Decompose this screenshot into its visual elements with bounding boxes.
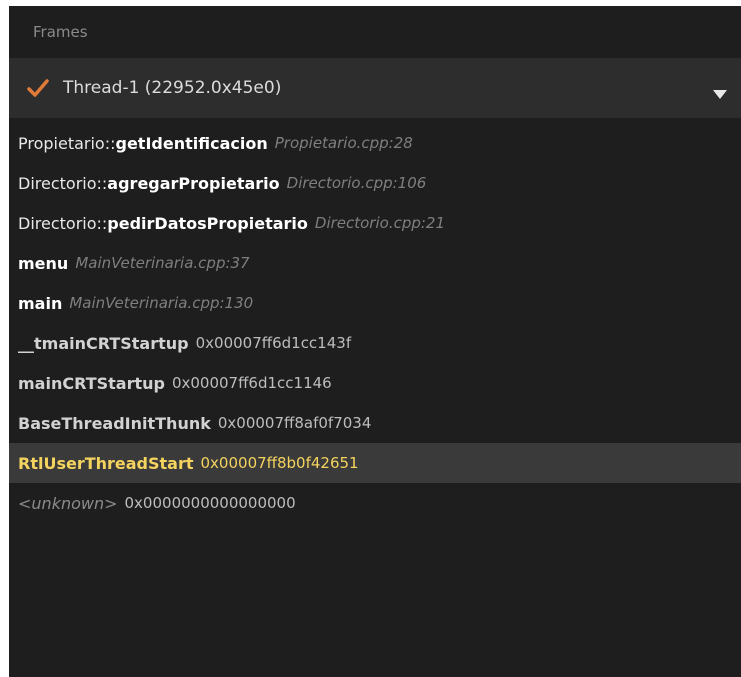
frame-address: 0x0000000000000000 — [124, 494, 296, 512]
frame-function: __tmainCRTStartup — [18, 333, 189, 353]
frame-function: menu — [18, 253, 69, 273]
call-stack-list: Propietario:: getIdentificacion Propietari… — [9, 118, 741, 523]
stack-frame[interactable]: <unknown> 0x0000000000000000 — [9, 483, 741, 523]
frame-location: Propietario.cpp:28 — [274, 134, 413, 152]
frame-address: 0x00007ff8b0f42651 — [200, 454, 359, 472]
frame-class: Directorio:: — [18, 213, 108, 233]
frame-function: agregarPropietario — [107, 173, 280, 193]
thread-label: Thread-1 (22952.0x45e0) — [63, 78, 282, 98]
frame-function: getIdentificacion — [115, 133, 268, 153]
frame-location: MainVeterinaria.cpp:130 — [69, 294, 254, 312]
frame-function: pedirDatosPropietario — [107, 213, 308, 233]
checkmark-icon — [27, 78, 49, 98]
stack-frame[interactable]: mainCRTStartup 0x00007ff6d1cc1146 — [9, 363, 741, 403]
stack-frame[interactable]: Propietario:: getIdentificacion Propietari… — [9, 123, 741, 163]
frames-panel: Frames Thread-1 (22952.0x45e0) Propietar… — [9, 6, 741, 677]
frame-function: mainCRTStartup — [18, 373, 165, 393]
stack-frame[interactable]: Directorio:: agregarPropietario Directorio… — [9, 163, 741, 203]
chevron-down-icon[interactable] — [713, 84, 727, 99]
frame-function: BaseThreadInitThunk — [18, 413, 211, 433]
thread-selector[interactable]: Thread-1 (22952.0x45e0) — [9, 58, 741, 118]
frame-function: <unknown> — [18, 493, 118, 513]
frame-address: 0x00007ff8af0f7034 — [217, 414, 372, 432]
stack-frame[interactable]: __tmainCRTStartup 0x00007ff6d1cc143f — [9, 323, 741, 363]
stack-frame-current[interactable]: RtlUserThreadStart 0x00007ff8b0f42651 — [9, 443, 741, 483]
stack-frame[interactable]: main MainVeterinaria.cpp:130 — [9, 283, 741, 323]
frame-address: 0x00007ff6d1cc1146 — [171, 374, 332, 392]
frame-function: main — [18, 293, 63, 313]
frame-class: Directorio:: — [18, 173, 108, 193]
stack-frame[interactable]: Directorio:: pedirDatosPropietario Directo… — [9, 203, 741, 243]
frame-class: Propietario:: — [18, 133, 116, 153]
frame-location: Directorio.cpp:106 — [286, 174, 427, 192]
stack-frame[interactable]: menu MainVeterinaria.cpp:37 — [9, 243, 741, 283]
frame-function: RtlUserThreadStart — [18, 453, 194, 473]
frame-location: MainVeterinaria.cpp:37 — [75, 254, 250, 272]
panel-title: Frames — [9, 6, 741, 58]
frame-location: Directorio.cpp:21 — [314, 214, 446, 232]
frame-address: 0x00007ff6d1cc143f — [195, 334, 352, 352]
stack-frame[interactable]: BaseThreadInitThunk 0x00007ff8af0f7034 — [9, 403, 741, 443]
